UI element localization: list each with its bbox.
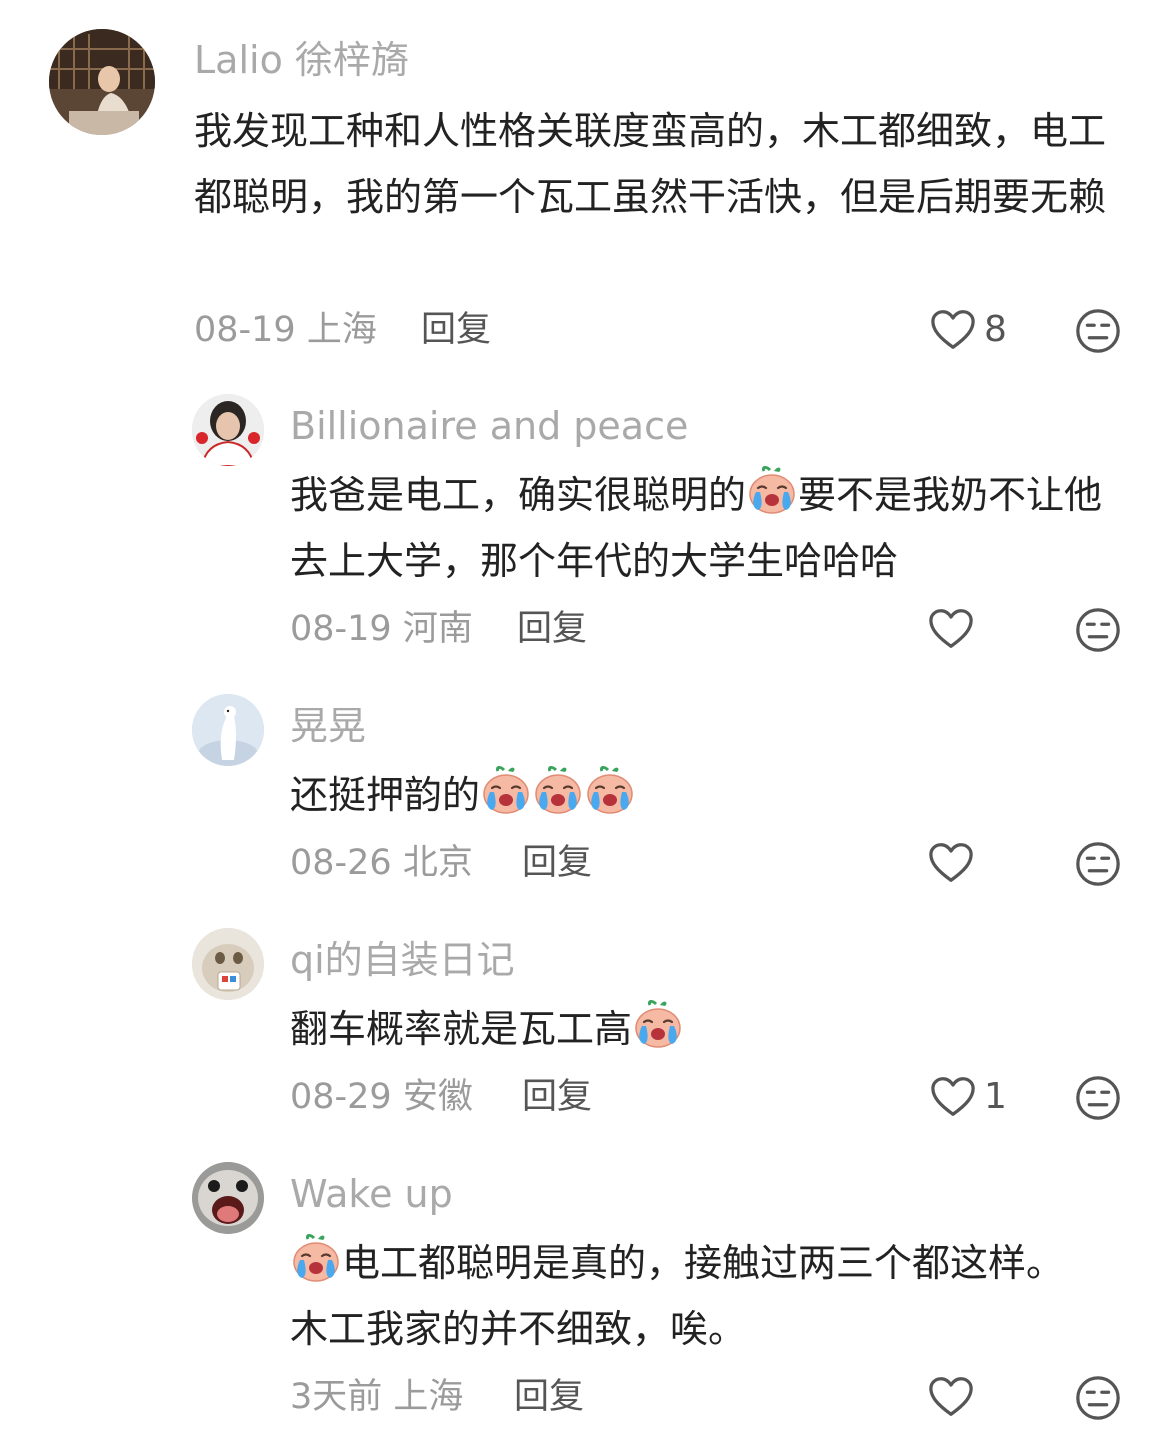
comment-text-part: 电工都聪明是真的，接触过两三个都这样。木工我家的并不细致，唉。 bbox=[290, 1241, 1065, 1351]
reply-button[interactable]: 回复 bbox=[421, 308, 491, 352]
neutral-face-icon bbox=[1074, 1074, 1122, 1122]
comment-location: 上海 bbox=[306, 310, 377, 350]
comment-location: 河南 bbox=[402, 609, 473, 649]
avatar[interactable] bbox=[192, 694, 264, 766]
comment-text: 电工都聪明是真的，接触过两三个都这样。木工我家的并不细致，唉。 bbox=[290, 1230, 1080, 1362]
heart-outline-icon bbox=[928, 607, 974, 651]
crying-peach-emoji bbox=[632, 998, 684, 1050]
comment-username[interactable]: Wake up bbox=[290, 1172, 453, 1216]
comment-date: 08-26 北京 bbox=[290, 841, 473, 885]
neutral-face-icon bbox=[1074, 307, 1122, 355]
crying-peach-emoji bbox=[532, 764, 584, 816]
reply-button[interactable]: 回复 bbox=[522, 841, 592, 885]
avatar[interactable] bbox=[49, 29, 155, 135]
comment-date-value: 3天前 bbox=[290, 1377, 383, 1417]
comment-date-value: 08-19 bbox=[194, 310, 296, 350]
dislike-button[interactable] bbox=[1074, 1374, 1122, 1426]
like-button[interactable] bbox=[928, 607, 974, 651]
comment-username[interactable]: 晃晃 bbox=[290, 704, 366, 748]
comment-text-part: 我爸是电工，确实很聪明的 bbox=[290, 473, 747, 517]
avatar[interactable] bbox=[192, 394, 264, 466]
crying-peach-emoji bbox=[290, 1232, 342, 1284]
reply-button[interactable]: 回复 bbox=[514, 1375, 584, 1419]
reply-button[interactable]: 回复 bbox=[522, 1075, 592, 1119]
comment-text: 还挺押韵的 bbox=[290, 762, 1110, 828]
comment-location: 安徽 bbox=[402, 1077, 473, 1117]
neutral-face-icon bbox=[1074, 840, 1122, 888]
comment-date-value: 08-26 bbox=[290, 843, 392, 883]
neutral-face-icon bbox=[1074, 1374, 1122, 1422]
dislike-button[interactable] bbox=[1074, 307, 1122, 359]
comment-date: 3天前 上海 bbox=[290, 1375, 463, 1419]
comment-username[interactable]: qi的自装日记 bbox=[290, 938, 515, 982]
comment-username[interactable]: Billionaire and peace bbox=[290, 404, 688, 448]
like-button[interactable] bbox=[928, 1375, 974, 1419]
avatar[interactable] bbox=[192, 928, 264, 1000]
like-button[interactable]: 8 bbox=[930, 308, 1007, 352]
comment-text-part: 还挺押韵的 bbox=[290, 773, 481, 817]
comment-text: 翻车概率就是瓦工高 bbox=[290, 996, 1110, 1062]
crying-peach-emoji bbox=[746, 464, 798, 516]
neutral-face-icon bbox=[1074, 606, 1122, 654]
dislike-button[interactable] bbox=[1074, 606, 1122, 658]
comment-date-value: 08-19 bbox=[290, 609, 392, 649]
like-count: 1 bbox=[984, 1076, 1007, 1117]
comment-location: 北京 bbox=[402, 843, 473, 883]
heart-outline-icon bbox=[930, 308, 976, 352]
like-button[interactable]: 1 bbox=[930, 1075, 1007, 1119]
heart-outline-icon bbox=[930, 1075, 976, 1119]
dislike-button[interactable] bbox=[1074, 1074, 1122, 1126]
reply-button[interactable]: 回复 bbox=[517, 607, 587, 651]
heart-outline-icon bbox=[928, 841, 974, 885]
comment-date: 08-29 安徽 bbox=[290, 1075, 473, 1119]
comment-username[interactable]: Lalio 徐梓旖 bbox=[194, 38, 409, 82]
comment-text: 我爸是电工，确实很聪明的 要不是我奶不让他去上大学，那个年代的大学生哈哈哈 bbox=[290, 462, 1110, 594]
comment-text: 我发现工种和人性格关联度蛮高的，木工都细致，电工都聪明，我的第一个瓦工虽然干活快… bbox=[194, 109, 1107, 219]
comment-date: 08-19 上海 bbox=[194, 308, 377, 352]
crying-peach-emoji bbox=[584, 764, 636, 816]
comment-date: 08-19 河南 bbox=[290, 607, 473, 651]
comment-text-part: 翻车概率就是瓦工高 bbox=[290, 1007, 633, 1051]
heart-outline-icon bbox=[928, 1375, 974, 1419]
crying-peach-emoji bbox=[480, 764, 532, 816]
comment-location: 上海 bbox=[393, 1377, 464, 1417]
like-button[interactable] bbox=[928, 841, 974, 885]
dislike-button[interactable] bbox=[1074, 840, 1122, 892]
like-count: 8 bbox=[984, 309, 1007, 350]
comment-date-value: 08-29 bbox=[290, 1077, 392, 1117]
avatar[interactable] bbox=[192, 1162, 264, 1234]
